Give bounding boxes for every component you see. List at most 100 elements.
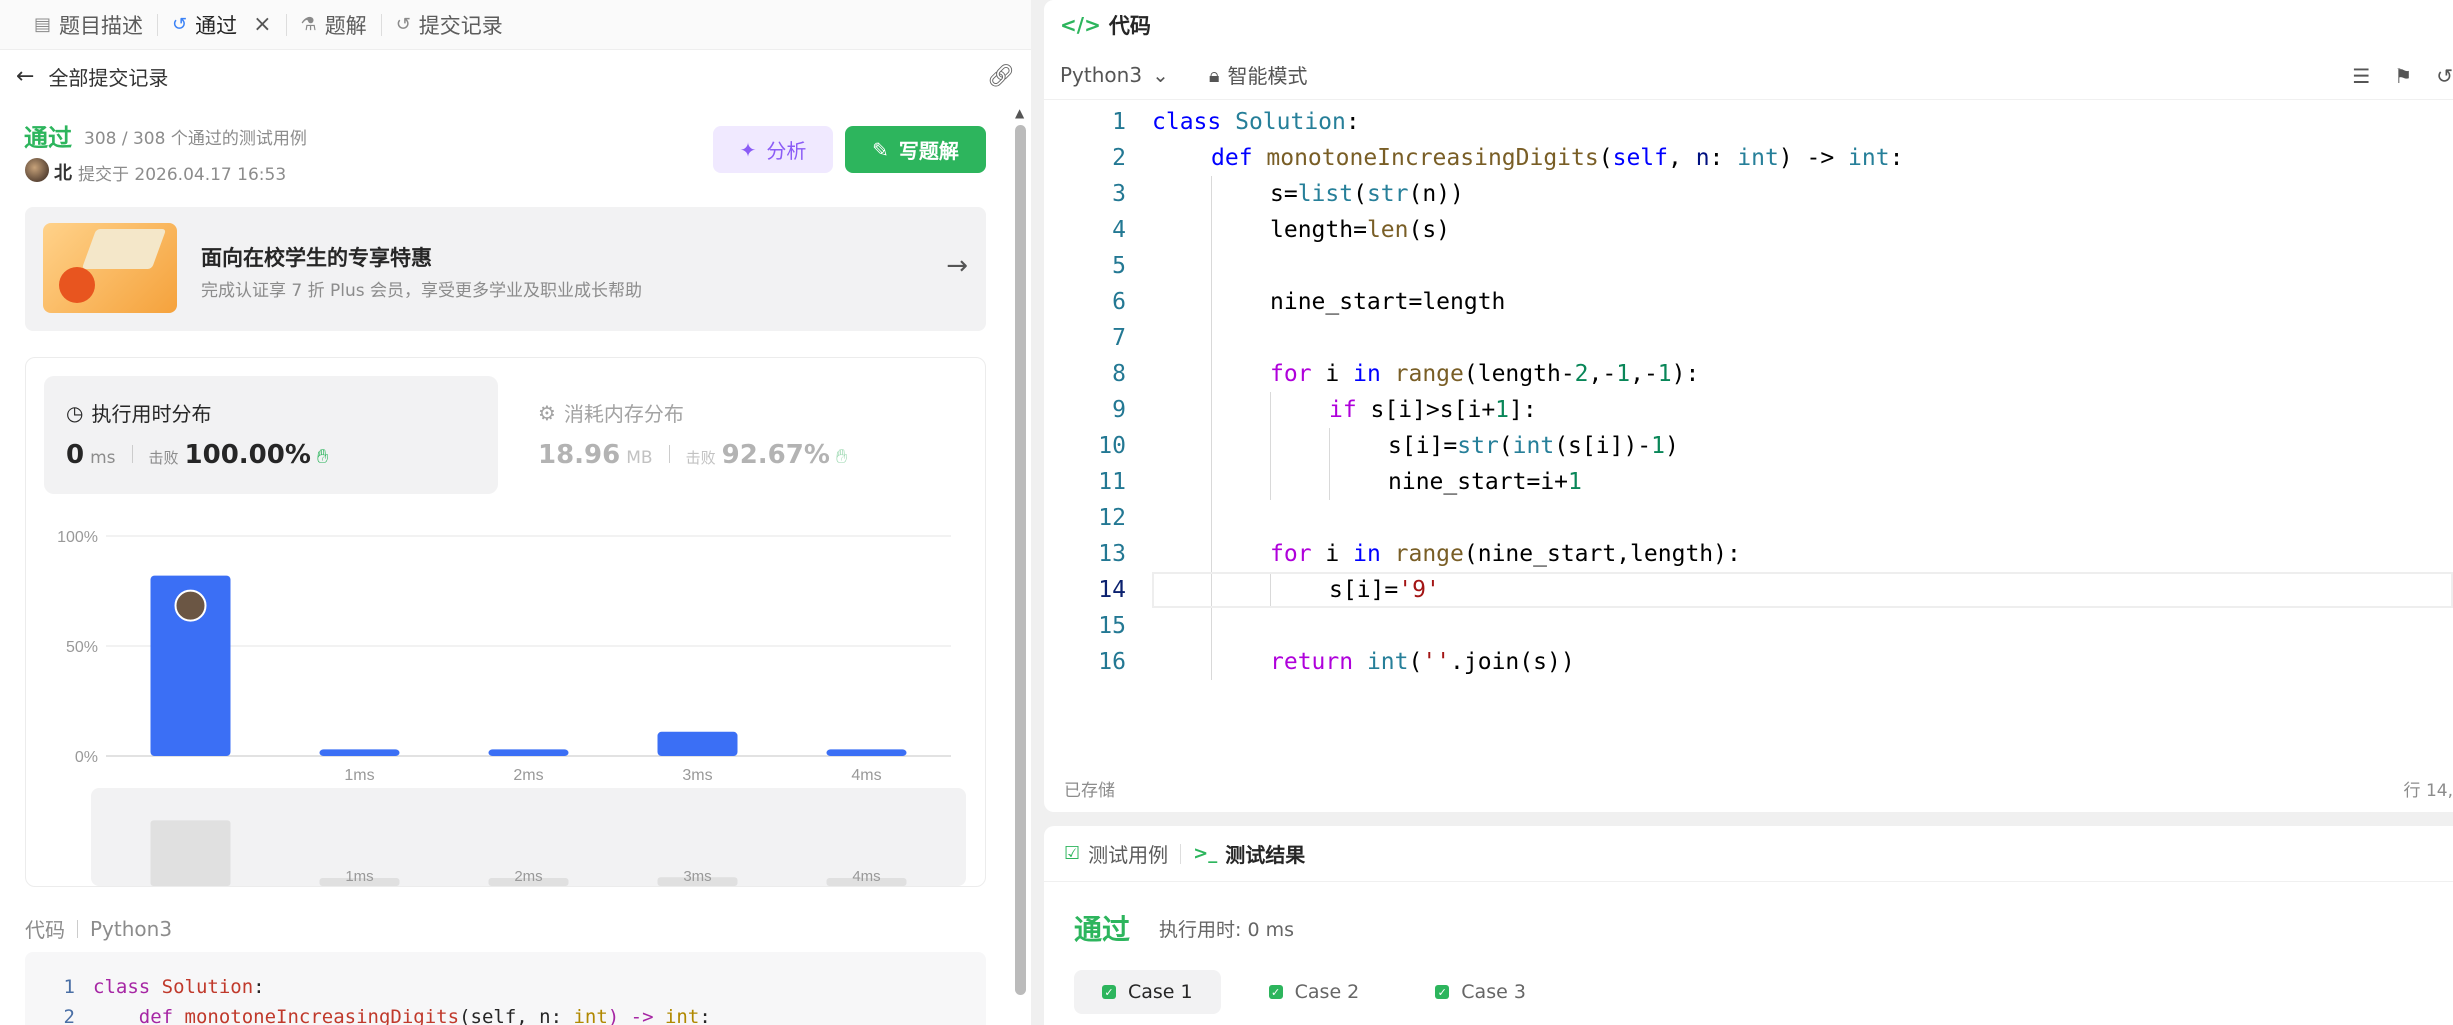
- chart-bar: [319, 749, 400, 756]
- editor-line[interactable]: 7: [1044, 320, 2453, 356]
- scroll-up-icon[interactable]: ▲: [1015, 106, 1024, 120]
- submit-time: 提交于 2026.04.17 16:53: [78, 165, 287, 185]
- tab-submissions[interactable]: ↺ 提交记录: [382, 0, 517, 50]
- editor-line[interactable]: 16 return int(''.join(s)): [1044, 644, 2453, 680]
- editor-line[interactable]: 8 for i in range(length-2,-1,-1):: [1044, 356, 2453, 392]
- code-text: s[i]='9': [1329, 577, 1440, 603]
- editor-line[interactable]: 14 s[i]='9': [1044, 572, 2453, 608]
- editor-line[interactable]: 10 s[i]=str(int(s[i])-1): [1044, 428, 2453, 464]
- editor-line[interactable]: 4 length=len(s): [1044, 212, 2453, 248]
- x-tick-label: 2ms: [513, 767, 543, 784]
- editor-line[interactable]: 5: [1044, 248, 2453, 284]
- line-number: 2: [1112, 145, 1126, 171]
- editor-line[interactable]: 12: [1044, 500, 2453, 536]
- case-tab-2[interactable]: ✓ Case 2: [1241, 970, 1388, 1014]
- code-text: s[i]=str(int(s[i])-1): [1388, 433, 1679, 459]
- link-icon[interactable]: 🔗︎: [987, 64, 1015, 89]
- line-number: 12: [1098, 505, 1126, 531]
- editor-line[interactable]: 13 for i in range(nine_start,length):: [1044, 536, 2453, 572]
- case-label: Case 3: [1461, 981, 1526, 1003]
- scrollbar[interactable]: [1015, 125, 1026, 995]
- gear-icon: ⚙: [538, 400, 556, 425]
- runtime-stat-box[interactable]: ◷ 执行用时分布 0 ms 击败 100.00% ✋︎: [44, 376, 498, 494]
- case-tab-3[interactable]: ✓ Case 3: [1407, 970, 1554, 1014]
- runtime-value: 0: [66, 440, 85, 470]
- arrow-right-icon[interactable]: →: [946, 251, 968, 281]
- tab-accepted[interactable]: ↺ 通过 ×: [158, 0, 286, 50]
- memory-title: ⚙ 消耗内存分布: [538, 398, 684, 427]
- promo-title: 面向在校学生的专享特惠: [201, 246, 432, 270]
- language-select[interactable]: Python3 ⌄: [1060, 63, 1169, 87]
- sparkle-icon: ✦: [739, 137, 757, 162]
- write-solution-button[interactable]: ✎ 写题解: [845, 126, 986, 173]
- reset-icon[interactable]: ↺: [2436, 64, 2453, 88]
- format-icon[interactable]: ☰: [2352, 64, 2370, 88]
- testcase-count: 308 / 308 个通过的测试用例: [84, 129, 307, 149]
- tab-testcase[interactable]: ☑ 测试用例: [1064, 839, 1168, 868]
- case-list: ✓ Case 1 ✓ Case 2 ✓ Case 3: [1074, 970, 1554, 1014]
- editor-line[interactable]: 3 s=list(str(n)): [1044, 176, 2453, 212]
- clap-icon: ✋︎: [316, 444, 329, 468]
- mode-label: 智能模式: [1227, 64, 1308, 88]
- submission-status: 通过: [24, 124, 72, 152]
- case-label: Case 1: [1128, 981, 1193, 1003]
- beat-label: 击败: [148, 449, 179, 467]
- code-text: s=list(str(n)): [1270, 181, 1464, 207]
- all-submissions-link[interactable]: 全部提交记录: [48, 62, 168, 91]
- overview-tick-label: 3ms: [683, 868, 711, 885]
- analyze-button[interactable]: ✦ 分析: [713, 126, 833, 173]
- result-tabs: ☑ 测试用例 >_ 测试结果: [1044, 826, 2453, 882]
- promo-subtitle: 完成认证享 7 折 Plus 会员，享受更多学业及职业成长帮助: [201, 281, 643, 301]
- x-tick-label: 1ms: [344, 767, 374, 784]
- tab-testcase-label: 测试用例: [1088, 843, 1169, 867]
- student-promo-banner[interactable]: 面向在校学生的专享特惠 完成认证享 7 折 Plus 会员，享受更多学业及职业成…: [25, 207, 986, 331]
- avatar[interactable]: [25, 158, 49, 182]
- case-tab-1[interactable]: ✓ Case 1: [1074, 970, 1221, 1014]
- runtime-beat-pct: 100.00%: [184, 440, 311, 470]
- back-arrow-icon[interactable]: ←: [16, 64, 34, 89]
- editor-header: </> 代码: [1044, 0, 2453, 50]
- history-icon: ↺: [395, 14, 411, 35]
- flask-icon: ⚗: [300, 14, 317, 35]
- line-number: 4: [1112, 217, 1126, 243]
- left-tabbar: ▤ 题目描述 ↺ 通过 × ⚗ 题解 ↺ 提交记录: [0, 0, 1031, 50]
- code-text: return int(''.join(s)): [1270, 649, 1575, 675]
- memory-stat-box[interactable]: ⚙ 消耗内存分布 18.96 MB 击败 92.67% ✋︎: [516, 376, 966, 494]
- line-number: 10: [1098, 433, 1126, 459]
- clap-icon: ✋︎: [835, 444, 848, 468]
- checkbox-icon: ☑: [1064, 843, 1081, 864]
- tab-solutions[interactable]: ⚗ 题解: [287, 0, 381, 50]
- tab-description[interactable]: ▤ 题目描述: [20, 0, 157, 50]
- code-text: for i in range(length-2,-1,-1):: [1270, 361, 1700, 387]
- editor-line[interactable]: 9 if s[i]>s[i+1]:: [1044, 392, 2453, 428]
- smart-mode[interactable]: 🔒︎ 智能模式: [1209, 60, 1308, 89]
- analyze-label: 分析: [766, 139, 807, 163]
- code-label: 代码: [25, 918, 65, 942]
- line-number: 15: [1098, 613, 1126, 639]
- line-number: 7: [1112, 325, 1126, 351]
- y-tick-label: 0%: [75, 749, 98, 766]
- tab-test-result[interactable]: >_ 测试结果: [1193, 839, 1305, 868]
- x-tick-label: 4ms: [851, 767, 881, 784]
- line-number: 16: [1098, 649, 1126, 675]
- runtime-unit: ms: [90, 448, 116, 468]
- editor-line[interactable]: 2 def monotoneIncreasingDigits(self, n: i…: [1044, 140, 2453, 176]
- runtime-distribution-chart: 100% 50% 0% 1ms 2ms 3ms 4ms 1ms 2ms 3ms 4ms: [57, 529, 966, 886]
- editor-line[interactable]: 1 class Solution:: [1044, 104, 2453, 140]
- runtime-metric: 0 ms 击败 100.00% ✋︎: [66, 440, 328, 470]
- code-section-label: 代码 Python3: [25, 914, 172, 943]
- editor-line[interactable]: 11 nine_start=i+1: [1044, 464, 2453, 500]
- runtime-title: ◷ 执行用时分布: [66, 398, 211, 427]
- code-language: Python3: [90, 916, 173, 941]
- editor-line[interactable]: 6 nine_start=length: [1044, 284, 2453, 320]
- close-icon[interactable]: ×: [253, 12, 271, 37]
- overview-tick-label: 2ms: [514, 868, 542, 885]
- overview-tick-label: 4ms: [852, 868, 880, 885]
- code-editor[interactable]: 1 class Solution: 2 def monotoneIncreasingD…: [1044, 104, 2453, 694]
- code-text: nine_start=i+1: [1388, 469, 1582, 495]
- line-number: 13: [1098, 541, 1126, 567]
- test-result-panel: ☑ 测试用例 >_ 测试结果 通过 执行用时: 0 ms ✓ Case 1 ✓ …: [1044, 826, 2453, 1025]
- bookmark-icon[interactable]: ⚑: [2394, 64, 2412, 88]
- performance-card: ◷ 执行用时分布 0 ms 击败 100.00% ✋︎ ⚙ 消耗内存分布 18.…: [25, 357, 986, 887]
- editor-line[interactable]: 15: [1044, 608, 2453, 644]
